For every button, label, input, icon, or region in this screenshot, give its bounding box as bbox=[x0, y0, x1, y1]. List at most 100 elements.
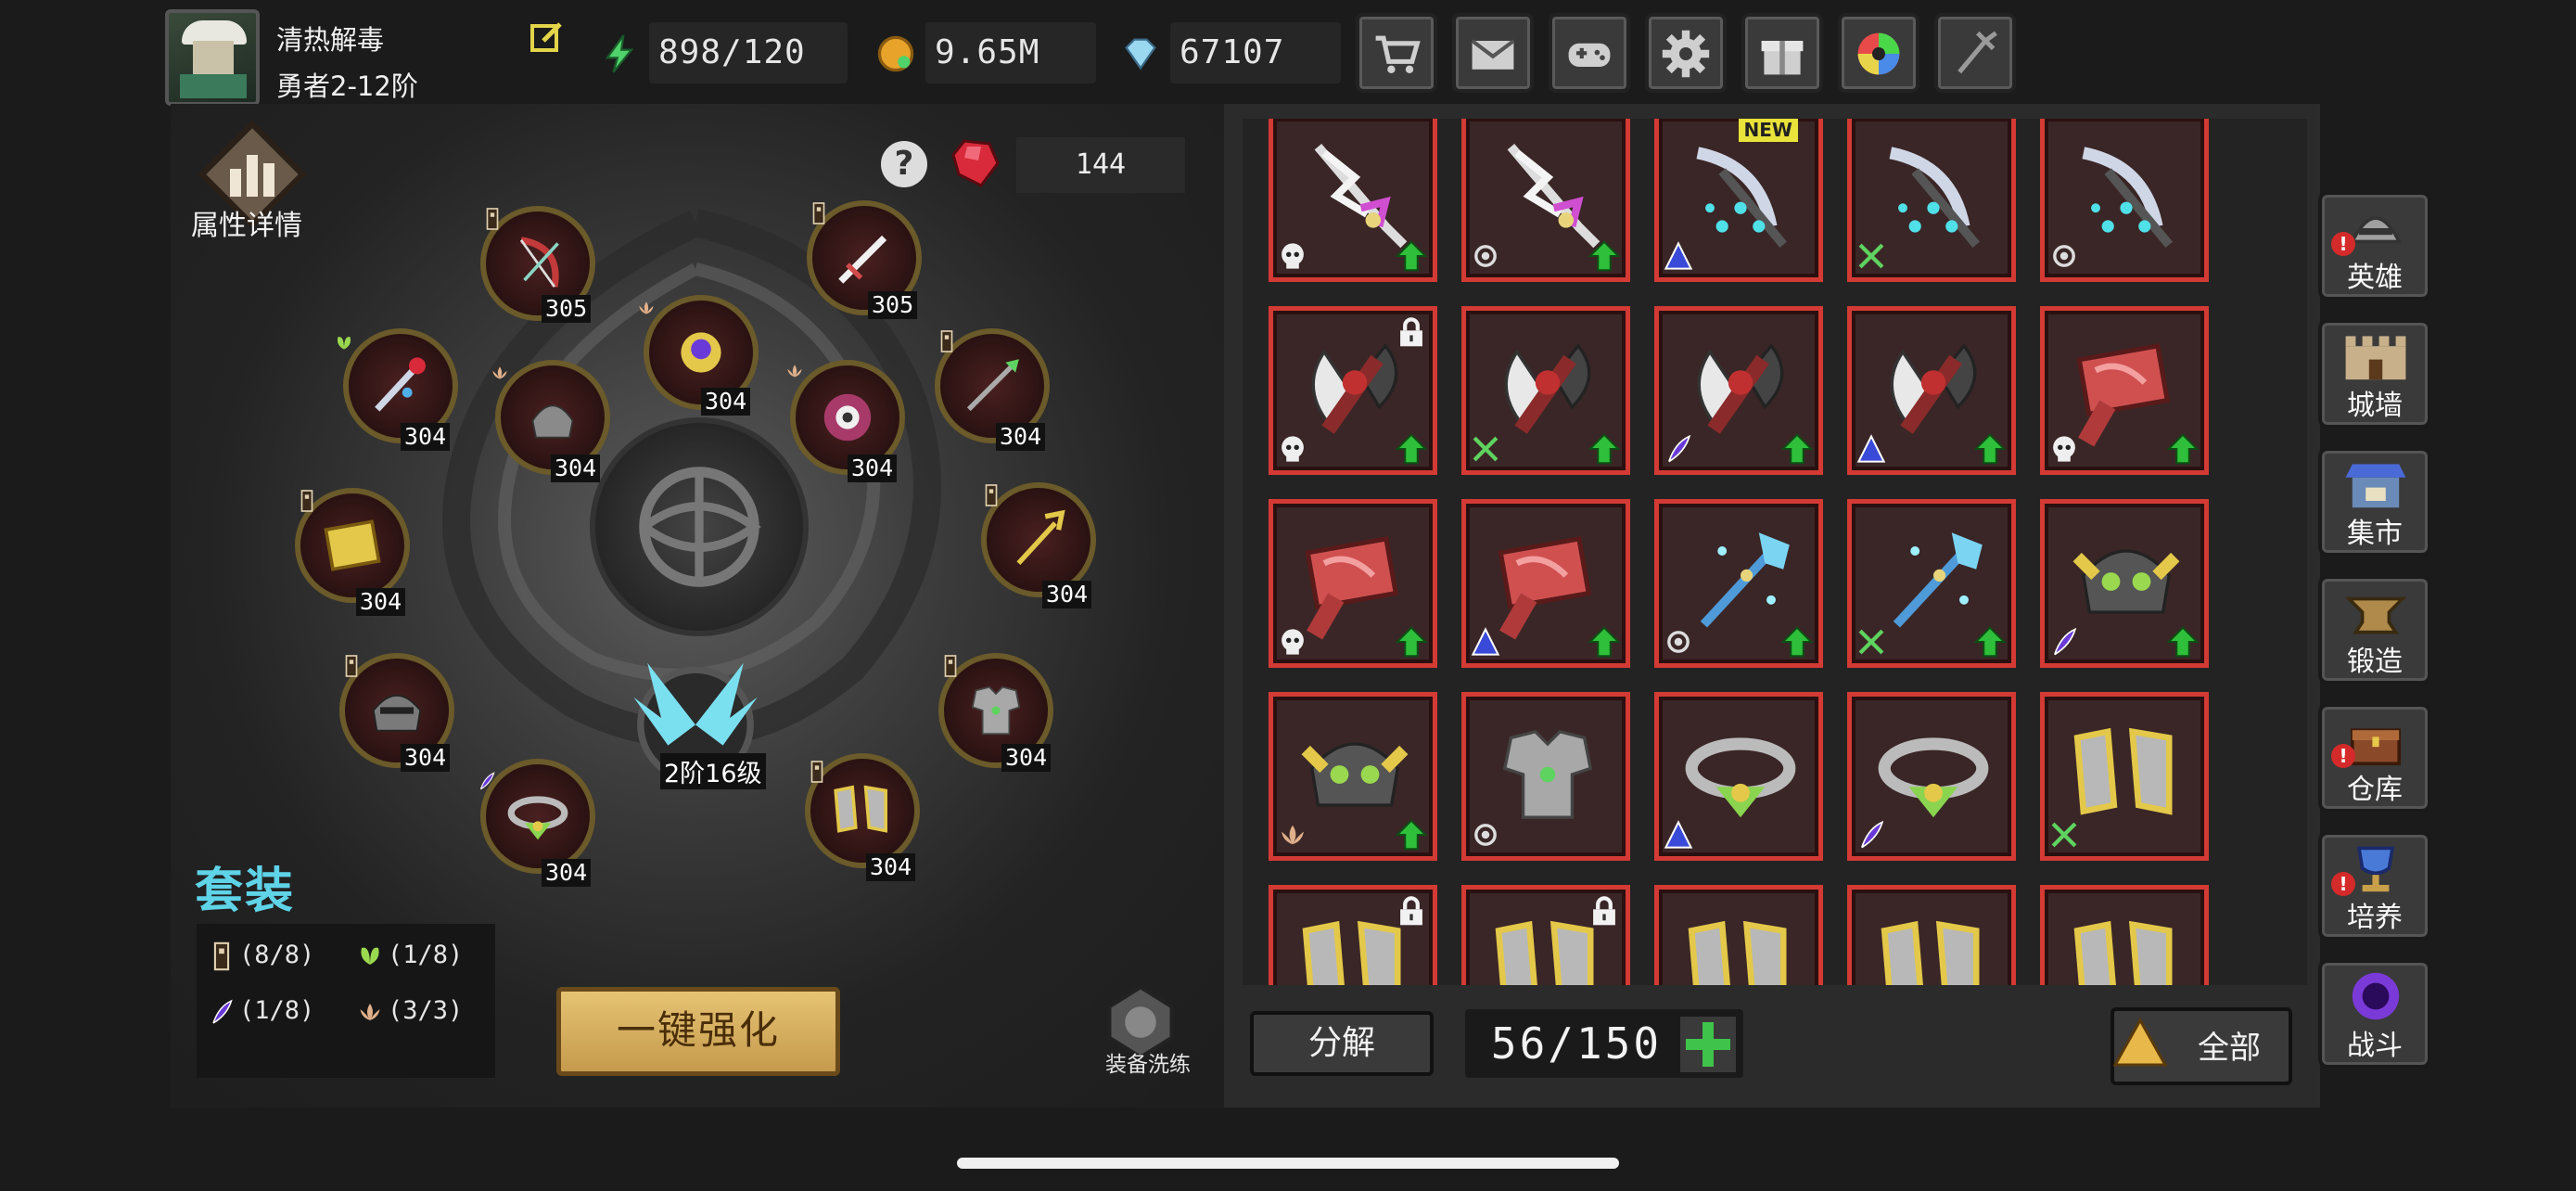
inventory-item[interactable] bbox=[1654, 692, 1823, 861]
trident-icon bbox=[1016, 509, 1065, 566]
decompose-button[interactable]: 分解 bbox=[1250, 1011, 1434, 1076]
energy-icon bbox=[605, 34, 634, 73]
boots-icon bbox=[1679, 906, 1802, 985]
inventory-item[interactable] bbox=[1847, 499, 2016, 668]
set-cross-icon bbox=[1855, 626, 1887, 658]
boots-icon bbox=[1872, 906, 1995, 985]
nav-market-button[interactable]: 集市 bbox=[2318, 447, 2431, 557]
inventory-item[interactable] bbox=[1461, 692, 1630, 861]
inventory-item[interactable] bbox=[1847, 885, 2016, 985]
ruby-icon bbox=[951, 139, 1000, 187]
fireworks-button[interactable] bbox=[1934, 13, 2016, 93]
inventory-item[interactable] bbox=[1461, 119, 1630, 282]
nav-hero-button[interactable]: ! 英雄 bbox=[2318, 191, 2431, 301]
set-rose-icon bbox=[2048, 240, 2080, 272]
set-feather-icon bbox=[1855, 819, 1887, 851]
alert-badge: ! bbox=[2331, 744, 2355, 768]
inventory-item[interactable] bbox=[2040, 885, 2209, 985]
inventory-item[interactable] bbox=[1654, 885, 1823, 985]
upgrade-arrow-icon bbox=[1781, 626, 1813, 658]
filter-label[interactable]: 全部 bbox=[2198, 1022, 2261, 1068]
inventory-item[interactable] bbox=[1269, 499, 1437, 668]
inventory-item[interactable] bbox=[2040, 499, 2209, 668]
portal-icon bbox=[2352, 972, 2400, 1020]
set-skull-icon bbox=[1277, 626, 1308, 658]
player-name: 清热解毒 bbox=[276, 24, 385, 56]
slot-level: 304 bbox=[866, 853, 916, 881]
gift-icon bbox=[1761, 41, 1804, 75]
set-triangle-icon bbox=[1663, 819, 1694, 851]
upgrade-arrow-icon bbox=[1396, 819, 1427, 851]
set-totem-badge-icon bbox=[809, 200, 829, 226]
shield-icon bbox=[823, 393, 872, 442]
equip-slot-necklace[interactable] bbox=[480, 759, 595, 874]
slot-level: 305 bbox=[868, 291, 918, 319]
inventory-item[interactable] bbox=[1269, 692, 1437, 861]
expand-capacity-plus-icon[interactable] bbox=[1680, 1017, 1736, 1072]
small-helmet-icon bbox=[531, 404, 574, 439]
inventory-item[interactable] bbox=[1461, 306, 1630, 475]
inventory-item[interactable] bbox=[1461, 885, 1630, 985]
inventory-item[interactable] bbox=[1461, 499, 1630, 668]
nav-label: 集市 bbox=[2347, 518, 2403, 550]
set-totem-badge-icon bbox=[297, 488, 317, 514]
edit-name-icon[interactable] bbox=[529, 19, 566, 56]
settings-button[interactable] bbox=[1645, 13, 1727, 93]
set-leaf-badge-icon bbox=[334, 330, 354, 356]
inventory-item[interactable] bbox=[1654, 306, 1823, 475]
inventory-item[interactable] bbox=[2040, 119, 2209, 282]
set-totem-badge-icon bbox=[940, 653, 961, 679]
nav-warehouse-button[interactable]: ! 仓库 bbox=[2318, 703, 2431, 813]
nav-forge-button[interactable]: 锻造 bbox=[2318, 575, 2431, 685]
emblem-sigil-icon bbox=[639, 467, 761, 587]
nav-training-button[interactable]: ! 培养 bbox=[2318, 831, 2431, 941]
spellbook-icon bbox=[324, 519, 381, 571]
shop-button[interactable] bbox=[1356, 13, 1437, 93]
inventory-item[interactable]: NEW bbox=[1654, 119, 1823, 282]
set-triangle-icon bbox=[1663, 240, 1694, 272]
upgrade-arrow-icon bbox=[1396, 240, 1427, 272]
nav-battle-button[interactable]: 战斗 bbox=[2318, 959, 2431, 1069]
gamepad-button[interactable] bbox=[1549, 13, 1630, 93]
color-wheel-icon bbox=[1857, 32, 1900, 75]
lucky-wheel-button[interactable] bbox=[1838, 13, 1919, 93]
slot-level: 304 bbox=[401, 423, 451, 451]
inventory-item[interactable] bbox=[1269, 885, 1437, 985]
bow-icon bbox=[519, 237, 559, 288]
player-avatar[interactable] bbox=[165, 9, 260, 106]
inventory-item[interactable] bbox=[2040, 306, 2209, 475]
set-feather-icon bbox=[2048, 626, 2080, 658]
center-emblem bbox=[590, 417, 809, 636]
set-totem-badge-icon bbox=[981, 482, 1001, 508]
alert-badge: ! bbox=[2331, 872, 2355, 896]
inventory-item[interactable] bbox=[1269, 119, 1437, 282]
nav-wall-button[interactable]: 城墙 bbox=[2318, 319, 2431, 429]
nav-label: 培养 bbox=[2347, 902, 2403, 934]
lock-icon bbox=[1588, 895, 1620, 927]
slot-level: 305 bbox=[542, 295, 592, 323]
inventory-item[interactable] bbox=[2040, 692, 2209, 861]
upgrade-arrow-icon bbox=[1974, 626, 2006, 658]
inventory-item[interactable] bbox=[1847, 692, 2016, 861]
reforge-label[interactable]: 装备洗练 bbox=[1105, 1046, 1191, 1078]
gift-button[interactable] bbox=[1741, 13, 1823, 93]
ruby-count: 144 bbox=[1016, 137, 1185, 193]
slot-level: 304 bbox=[542, 859, 592, 887]
set-cross-icon bbox=[1855, 240, 1887, 272]
inventory-item[interactable] bbox=[1654, 499, 1823, 668]
one-click-enhance-button[interactable]: 一键强化 bbox=[556, 987, 840, 1076]
alert-badge: ! bbox=[2331, 232, 2355, 256]
inventory-item[interactable] bbox=[1269, 306, 1437, 475]
settings-icon bbox=[1662, 30, 1710, 78]
gold-coin-icon bbox=[877, 35, 914, 72]
attribute-details-label[interactable]: 属性详情 bbox=[191, 202, 302, 243]
help-icon[interactable]: ? bbox=[881, 141, 927, 187]
set-triangle-icon bbox=[1855, 433, 1887, 465]
set-totem-progress: (8/8) bbox=[239, 941, 315, 969]
home-indicator[interactable] bbox=[957, 1158, 1619, 1169]
upgrade-arrow-icon bbox=[1974, 433, 2006, 465]
inventory-item[interactable] bbox=[1847, 119, 2016, 282]
mail-button[interactable] bbox=[1452, 13, 1534, 93]
castle-wall-icon bbox=[2345, 336, 2406, 380]
inventory-item[interactable] bbox=[1847, 306, 2016, 475]
